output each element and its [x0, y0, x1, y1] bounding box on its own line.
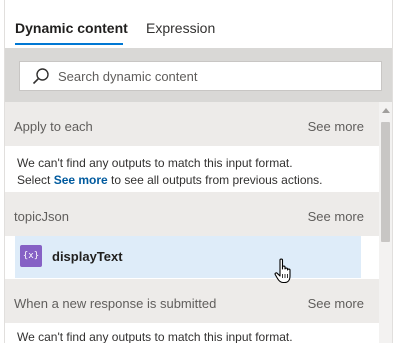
- dynamic-content-list: Apply to each See more We can't find any…: [5, 102, 379, 343]
- see-more-button[interactable]: See more: [308, 209, 364, 224]
- message-text: to see all outputs from previous actions…: [107, 173, 323, 187]
- no-outputs-message: We can't find any outputs to match this …: [17, 155, 323, 189]
- section-title: topicJson: [14, 209, 69, 224]
- search-input[interactable]: [58, 62, 368, 90]
- scroll-up-arrow-icon[interactable]: [382, 108, 390, 113]
- section-title: When a new response is submitted: [14, 296, 217, 311]
- hand-pointer-icon: [274, 258, 291, 284]
- section-title: Apply to each: [14, 119, 93, 134]
- message-line: Select See more to see all outputs from …: [17, 172, 323, 189]
- section-header-apply-to-each[interactable]: Apply to each See more: [5, 102, 379, 146]
- see-more-button[interactable]: See more: [308, 119, 364, 134]
- vertical-scrollbar[interactable]: [379, 102, 392, 343]
- no-outputs-message: We can't find any outputs to match this …: [17, 329, 293, 343]
- active-tab-indicator: [15, 43, 123, 45]
- see-more-button[interactable]: See more: [308, 296, 364, 311]
- expression-icon: {x}: [20, 245, 42, 267]
- dynamic-content-panel: Dynamic content Expression Apply to each…: [4, 0, 393, 343]
- tab-dynamic-content[interactable]: Dynamic content: [15, 20, 128, 36]
- message-line: We can't find any outputs to match this …: [17, 156, 293, 170]
- list-item-displaytext[interactable]: {x} displayText: [15, 236, 361, 278]
- search-area: [5, 48, 392, 102]
- message-line: We can't find any outputs to match this …: [17, 330, 293, 343]
- search-icon: [32, 68, 49, 85]
- message-text: Select: [17, 173, 54, 187]
- item-label: displayText: [52, 249, 123, 264]
- search-box[interactable]: [19, 61, 382, 91]
- section-header-topicjson[interactable]: topicJson See more: [5, 192, 379, 236]
- scroll-thumb[interactable]: [381, 122, 390, 242]
- section-header-new-response[interactable]: When a new response is submitted See mor…: [5, 279, 379, 323]
- tab-bar: Dynamic content Expression: [5, 0, 392, 48]
- see-more-link[interactable]: See more: [54, 173, 108, 187]
- tab-expression[interactable]: Expression: [146, 20, 215, 36]
